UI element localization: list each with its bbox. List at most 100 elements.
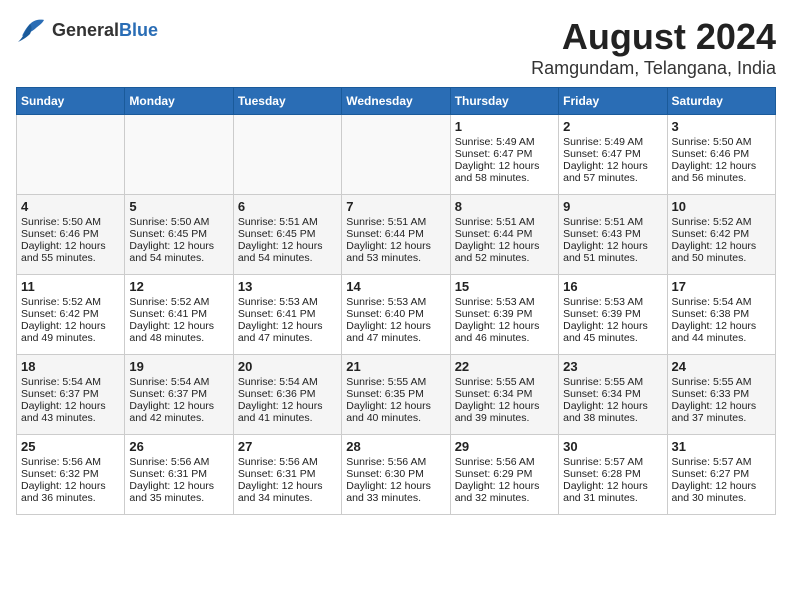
day-number: 29	[455, 439, 554, 454]
day-number: 12	[129, 279, 228, 294]
weekday-header-friday: Friday	[559, 88, 667, 115]
weekday-header-row: SundayMondayTuesdayWednesdayThursdayFrid…	[17, 88, 776, 115]
calendar-cell: 16Sunrise: 5:53 AMSunset: 6:39 PMDayligh…	[559, 275, 667, 355]
sunset-text: Sunset: 6:45 PM	[129, 228, 228, 240]
day-number: 14	[346, 279, 445, 294]
sunset-text: Sunset: 6:41 PM	[238, 308, 337, 320]
sunrise-text: Sunrise: 5:50 AM	[21, 216, 120, 228]
day-number: 17	[672, 279, 771, 294]
calendar-cell: 19Sunrise: 5:54 AMSunset: 6:37 PMDayligh…	[125, 355, 233, 435]
daylight-text: Daylight: 12 hours and 31 minutes.	[563, 480, 662, 504]
sunrise-text: Sunrise: 5:57 AM	[672, 456, 771, 468]
daylight-text: Daylight: 12 hours and 43 minutes.	[21, 400, 120, 424]
daylight-text: Daylight: 12 hours and 57 minutes.	[563, 160, 662, 184]
sunset-text: Sunset: 6:28 PM	[563, 468, 662, 480]
sunrise-text: Sunrise: 5:55 AM	[563, 376, 662, 388]
calendar-cell	[17, 115, 125, 195]
sunrise-text: Sunrise: 5:55 AM	[455, 376, 554, 388]
daylight-text: Daylight: 12 hours and 52 minutes.	[455, 240, 554, 264]
sunrise-text: Sunrise: 5:51 AM	[238, 216, 337, 228]
calendar-cell: 4Sunrise: 5:50 AMSunset: 6:46 PMDaylight…	[17, 195, 125, 275]
calendar-cell: 5 Sunrise: 5:50 AMSunset: 6:45 PMDaylight…	[125, 195, 233, 275]
sunset-text: Sunset: 6:37 PM	[21, 388, 120, 400]
day-number: 23	[563, 359, 662, 374]
weekday-header-thursday: Thursday	[450, 88, 558, 115]
calendar-cell: 20Sunrise: 5:54 AMSunset: 6:36 PMDayligh…	[233, 355, 341, 435]
sunrise-text: Sunrise: 5:49 AM	[563, 136, 662, 148]
calendar-cell: 26Sunrise: 5:56 AMSunset: 6:31 PMDayligh…	[125, 435, 233, 515]
daylight-text: Daylight: 12 hours and 53 minutes.	[346, 240, 445, 264]
sunrise-text: Sunrise: 5:56 AM	[129, 456, 228, 468]
daylight-text: Daylight: 12 hours and 34 minutes.	[238, 480, 337, 504]
sunset-text: Sunset: 6:34 PM	[563, 388, 662, 400]
daylight-text: Daylight: 12 hours and 45 minutes.	[563, 320, 662, 344]
day-number: 27	[238, 439, 337, 454]
sunset-text: Sunset: 6:47 PM	[563, 148, 662, 160]
daylight-text: Daylight: 12 hours and 55 minutes.	[21, 240, 120, 264]
sunrise-text: Sunrise: 5:50 AM	[672, 136, 771, 148]
daylight-text: Daylight: 12 hours and 42 minutes.	[129, 400, 228, 424]
day-number: 6	[238, 199, 337, 214]
calendar-cell: 14Sunrise: 5:53 AMSunset: 6:40 PMDayligh…	[342, 275, 450, 355]
sunset-text: Sunset: 6:31 PM	[129, 468, 228, 480]
month-title: August 2024	[531, 16, 776, 58]
logo: GeneralBlue	[16, 16, 158, 44]
day-number: 22	[455, 359, 554, 374]
week-row-1: 1Sunrise: 5:49 AMSunset: 6:47 PMDaylight…	[17, 115, 776, 195]
calendar-cell: 8Sunrise: 5:51 AMSunset: 6:44 PMDaylight…	[450, 195, 558, 275]
sunset-text: Sunset: 6:30 PM	[346, 468, 445, 480]
daylight-text: Daylight: 12 hours and 51 minutes.	[563, 240, 662, 264]
sunrise-text: Sunrise: 5:55 AM	[346, 376, 445, 388]
week-row-2: 4Sunrise: 5:50 AMSunset: 6:46 PMDaylight…	[17, 195, 776, 275]
calendar-cell: 27 Sunrise: 5:56 AMSunset: 6:31 PMDayligh…	[233, 435, 341, 515]
sunset-text: Sunset: 6:46 PM	[21, 228, 120, 240]
day-number: 8	[455, 199, 554, 214]
calendar-cell: 17 Sunrise: 5:54 AMSunset: 6:38 PMDayligh…	[667, 275, 775, 355]
calendar-cell: 18Sunrise: 5:54 AMSunset: 6:37 PMDayligh…	[17, 355, 125, 435]
daylight-text: Daylight: 12 hours and 56 minutes.	[672, 160, 771, 184]
location-title: Ramgundam, Telangana, India	[531, 58, 776, 79]
weekday-header-wednesday: Wednesday	[342, 88, 450, 115]
day-number: 5	[129, 199, 228, 214]
daylight-text: Daylight: 12 hours and 41 minutes.	[238, 400, 337, 424]
sunset-text: Sunset: 6:32 PM	[21, 468, 120, 480]
sunset-text: Sunset: 6:37 PM	[129, 388, 228, 400]
daylight-text: Daylight: 12 hours and 40 minutes.	[346, 400, 445, 424]
sunrise-text: Sunrise: 5:50 AM	[129, 216, 228, 228]
sunrise-text: Sunrise: 5:53 AM	[238, 296, 337, 308]
calendar-cell: 1Sunrise: 5:49 AMSunset: 6:47 PMDaylight…	[450, 115, 558, 195]
day-number: 13	[238, 279, 337, 294]
sunrise-text: Sunrise: 5:49 AM	[455, 136, 554, 148]
sunrise-text: Sunrise: 5:54 AM	[672, 296, 771, 308]
day-number: 19	[129, 359, 228, 374]
sunset-text: Sunset: 6:42 PM	[672, 228, 771, 240]
sunrise-text: Sunrise: 5:53 AM	[455, 296, 554, 308]
day-number: 31	[672, 439, 771, 454]
daylight-text: Daylight: 12 hours and 54 minutes.	[129, 240, 228, 264]
sunset-text: Sunset: 6:31 PM	[238, 468, 337, 480]
day-number: 18	[21, 359, 120, 374]
sunset-text: Sunset: 6:38 PM	[672, 308, 771, 320]
sunset-text: Sunset: 6:36 PM	[238, 388, 337, 400]
day-number: 21	[346, 359, 445, 374]
daylight-text: Daylight: 12 hours and 36 minutes.	[21, 480, 120, 504]
calendar-cell: 9Sunrise: 5:51 AMSunset: 6:43 PMDaylight…	[559, 195, 667, 275]
sunrise-text: Sunrise: 5:52 AM	[672, 216, 771, 228]
sunrise-text: Sunrise: 5:56 AM	[238, 456, 337, 468]
calendar-cell: 10Sunrise: 5:52 AMSunset: 6:42 PMDayligh…	[667, 195, 775, 275]
week-row-4: 18Sunrise: 5:54 AMSunset: 6:37 PMDayligh…	[17, 355, 776, 435]
daylight-text: Daylight: 12 hours and 37 minutes.	[672, 400, 771, 424]
calendar-cell: 30Sunrise: 5:57 AMSunset: 6:28 PMDayligh…	[559, 435, 667, 515]
calendar-cell: 21Sunrise: 5:55 AMSunset: 6:35 PMDayligh…	[342, 355, 450, 435]
daylight-text: Daylight: 12 hours and 44 minutes.	[672, 320, 771, 344]
sunrise-text: Sunrise: 5:51 AM	[346, 216, 445, 228]
calendar-cell	[233, 115, 341, 195]
sunset-text: Sunset: 6:42 PM	[21, 308, 120, 320]
day-number: 11	[21, 279, 120, 294]
day-number: 2	[563, 119, 662, 134]
daylight-text: Daylight: 12 hours and 32 minutes.	[455, 480, 554, 504]
sunrise-text: Sunrise: 5:51 AM	[455, 216, 554, 228]
sunrise-text: Sunrise: 5:55 AM	[672, 376, 771, 388]
weekday-header-monday: Monday	[125, 88, 233, 115]
week-row-5: 25Sunrise: 5:56 AMSunset: 6:32 PMDayligh…	[17, 435, 776, 515]
